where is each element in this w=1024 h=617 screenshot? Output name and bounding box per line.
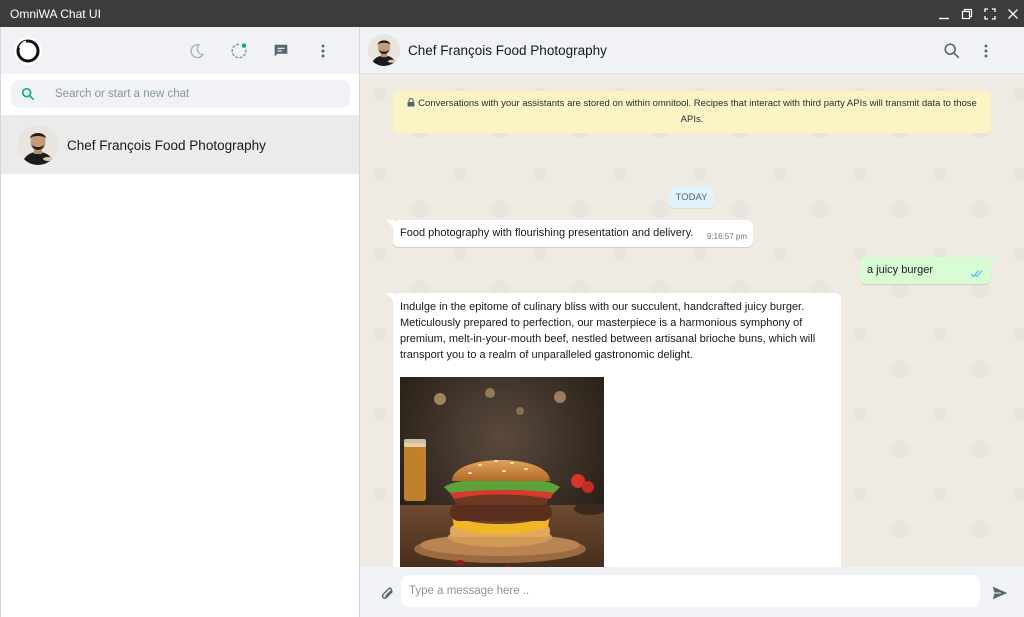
menu-dots-icon[interactable] (974, 39, 998, 63)
conversation-header: Chef François Food Photography (360, 27, 1024, 74)
conversation-panel: Chef François Food Photography Conversat… (360, 27, 1024, 617)
moon-icon[interactable] (185, 39, 209, 63)
search-input[interactable] (55, 88, 315, 100)
chat-list-item[interactable]: Chef François Food Photography (1, 116, 359, 174)
search-icon (21, 87, 35, 101)
date-separator: TODAY (669, 186, 714, 208)
message-composer (360, 567, 1024, 617)
contact-avatar (18, 125, 58, 165)
new-chat-icon[interactable] (269, 39, 293, 63)
contact-name[interactable]: Chef François Food Photography (408, 43, 607, 58)
message-list[interactable]: Conversations with your assistants are s… (360, 74, 1024, 567)
contact-avatar[interactable] (368, 34, 400, 66)
search-bar (1, 74, 359, 116)
message-bubble-incoming[interactable]: Food photography with flourishing presen… (386, 220, 753, 247)
message-time: 9:16:57 pm (706, 232, 747, 241)
message-bubble-outgoing[interactable]: a juicy burger (860, 257, 998, 284)
notice-text: Conversations with your assistants are s… (418, 98, 977, 125)
minimize-icon[interactable] (932, 0, 955, 27)
burger-photo[interactable] (400, 377, 604, 567)
status-icon[interactable] (227, 39, 251, 63)
sidebar-header (1, 27, 359, 74)
close-icon[interactable] (1001, 0, 1024, 27)
send-icon[interactable] (988, 581, 1012, 605)
chat-name: Chef François Food Photography (67, 137, 266, 153)
lock-icon (407, 98, 415, 107)
menu-dots-icon[interactable] (311, 39, 335, 63)
window-titlebar: OmniWA Chat UI (0, 0, 1024, 27)
sidebar: Chef François Food Photography (0, 27, 360, 617)
message-text: Indulge in the epitome of culinary bliss… (400, 301, 816, 361)
message-bubble-incoming[interactable]: Indulge in the epitome of culinary bliss… (386, 293, 841, 567)
paperclip-icon[interactable] (376, 582, 400, 606)
message-text: Food photography with flourishing presen… (400, 227, 694, 239)
search-box (11, 80, 350, 108)
message-input[interactable] (401, 575, 980, 607)
app-window: Chef François Food Photography Chef Fran… (0, 27, 1024, 617)
search-icon[interactable] (940, 39, 964, 63)
read-ticks-icon (970, 270, 983, 278)
encryption-notice: Conversations with your assistants are s… (393, 91, 991, 133)
restore-icon[interactable] (955, 0, 978, 27)
app-logo-icon[interactable] (14, 36, 42, 65)
fullscreen-icon[interactable] (978, 0, 1001, 27)
window-title: OmniWA Chat UI (10, 6, 101, 21)
message-text: a juicy burger (867, 264, 934, 276)
